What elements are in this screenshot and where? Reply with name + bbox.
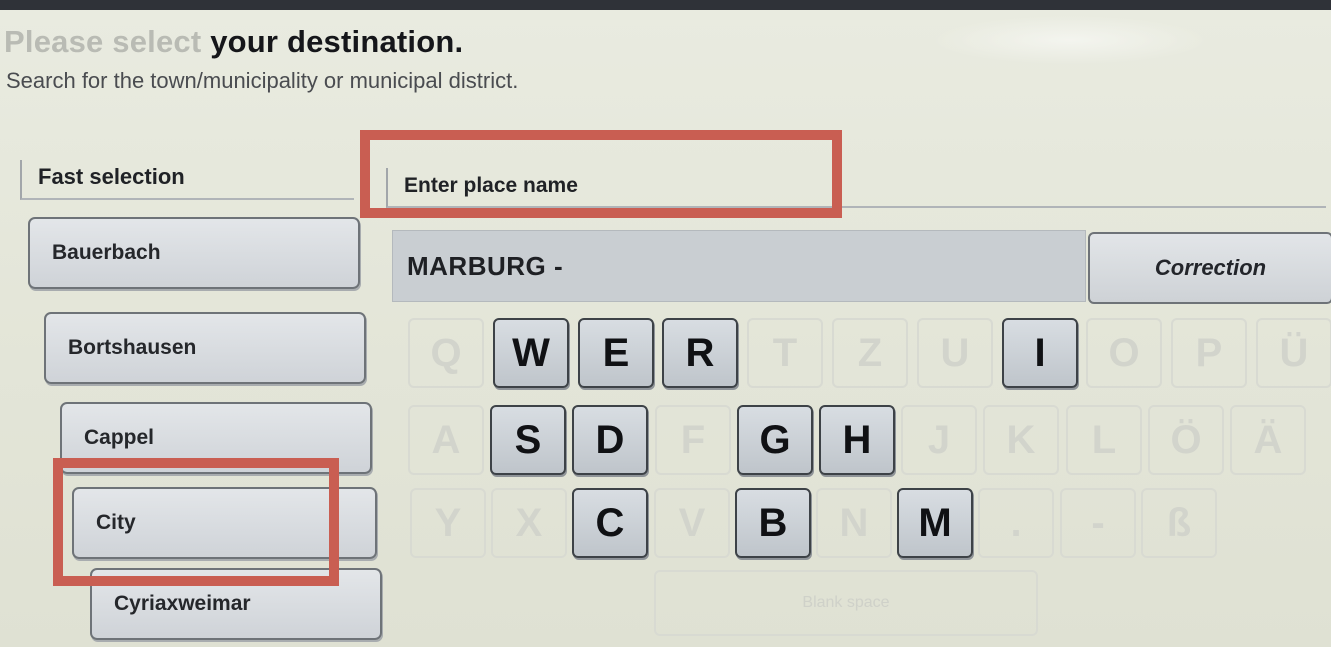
- key-row1-9: P: [1171, 318, 1247, 388]
- key-row1-0: Q: [408, 318, 484, 388]
- fast-selection-cyriaxweimar[interactable]: Cyriaxweimar: [90, 568, 382, 640]
- page-subtitle: Search for the town/municipality or muni…: [6, 68, 519, 93]
- fast-selection-heading: Fast selection: [20, 160, 354, 200]
- key-row1-8: O: [1086, 318, 1162, 388]
- kiosk-screen: Please select your destination. Search f…: [0, 10, 1331, 647]
- blank-space-key[interactable]: Blank space: [654, 570, 1038, 636]
- key-row1-10: Ü: [1256, 318, 1331, 388]
- key-row3-2[interactable]: C: [572, 488, 648, 558]
- key-row3-6[interactable]: M: [897, 488, 973, 558]
- place-name-heading: Enter place name: [386, 168, 1326, 208]
- key-row3-3: V: [654, 488, 730, 558]
- key-row1-7[interactable]: I: [1002, 318, 1078, 388]
- key-row3-9: ß: [1141, 488, 1217, 558]
- key-row3-1: X: [491, 488, 567, 558]
- key-row1-2[interactable]: E: [578, 318, 654, 388]
- fast-selection-city[interactable]: City: [72, 487, 377, 559]
- key-row2-9: Ö: [1148, 405, 1224, 475]
- key-row1-3[interactable]: R: [662, 318, 738, 388]
- key-row1-4: T: [747, 318, 823, 388]
- fast-selection-cappel[interactable]: Cappel: [60, 402, 372, 474]
- key-row2-7: K: [983, 405, 1059, 475]
- key-row2-4[interactable]: G: [737, 405, 813, 475]
- key-row2-1[interactable]: S: [490, 405, 566, 475]
- fast-selection-bortshausen[interactable]: Bortshausen: [44, 312, 366, 384]
- fast-selection-bauerbach[interactable]: Bauerbach: [28, 217, 360, 289]
- place-name-input[interactable]: MARBURG -: [392, 230, 1086, 302]
- screen-glare: [930, 15, 1210, 65]
- key-row3-7: .: [978, 488, 1054, 558]
- key-row3-0: Y: [410, 488, 486, 558]
- key-row2-5[interactable]: H: [819, 405, 895, 475]
- key-row2-0: A: [408, 405, 484, 475]
- key-row1-5: Z: [832, 318, 908, 388]
- key-row3-4[interactable]: B: [735, 488, 811, 558]
- key-row2-10: Ä: [1230, 405, 1306, 475]
- key-row2-3: F: [655, 405, 731, 475]
- key-row1-6: U: [917, 318, 993, 388]
- key-row3-8: -: [1060, 488, 1136, 558]
- key-row2-8: L: [1066, 405, 1142, 475]
- correction-button[interactable]: Correction: [1088, 232, 1331, 304]
- key-row2-6: J: [901, 405, 977, 475]
- key-row2-2[interactable]: D: [572, 405, 648, 475]
- page-title: Please select your destination.: [4, 24, 464, 59]
- key-row3-5: N: [816, 488, 892, 558]
- key-row1-1[interactable]: W: [493, 318, 569, 388]
